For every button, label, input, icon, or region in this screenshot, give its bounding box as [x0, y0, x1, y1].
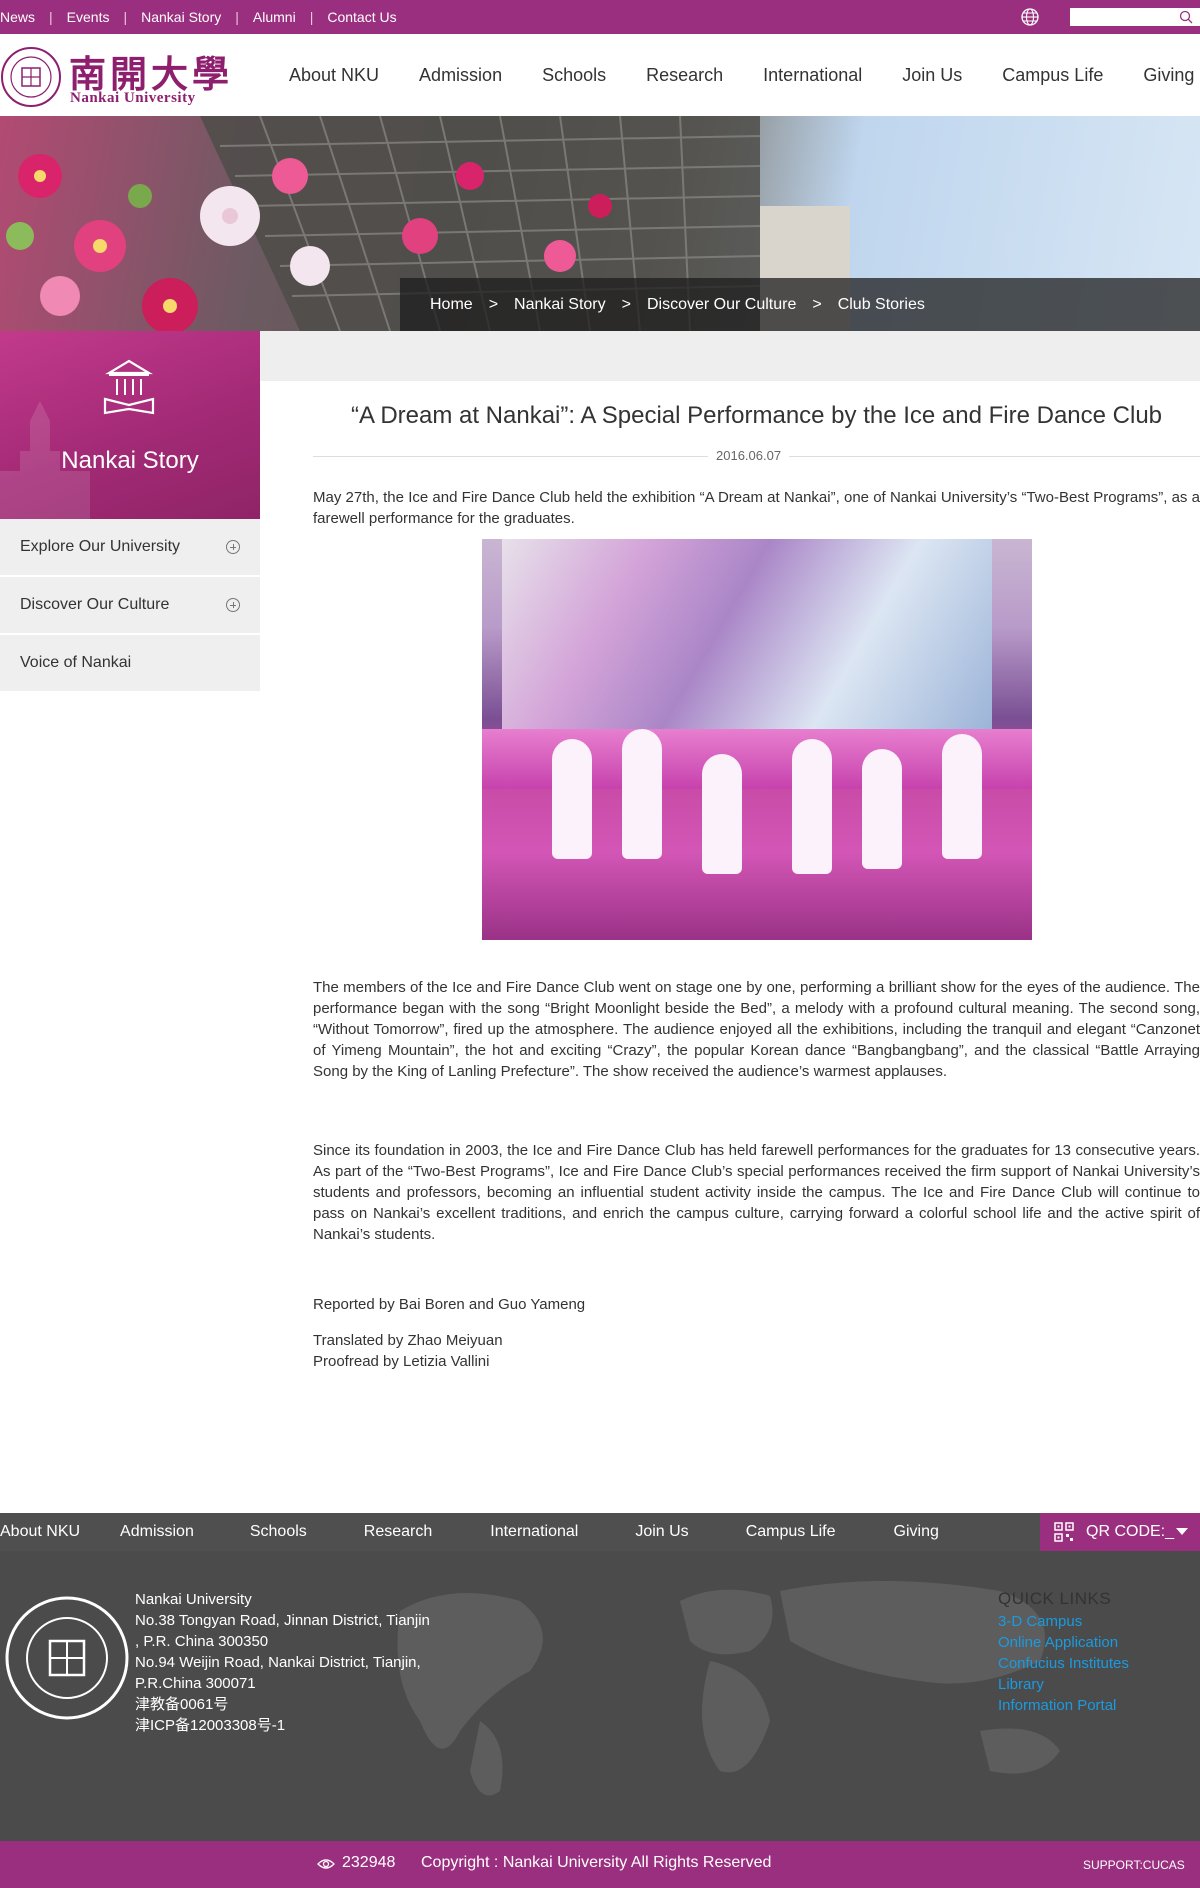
footer-nav-admission[interactable]: Admission [120, 1523, 194, 1541]
dancer-figure [862, 749, 902, 869]
footer-address: Nankai University No.38 Tongyan Road, Ji… [135, 1589, 430, 1736]
footer-nav-international[interactable]: International [490, 1523, 578, 1541]
article-intro: May 27th, the Ice and Fire Dance Club he… [313, 489, 1200, 527]
dancer-figure [622, 729, 662, 859]
book-icon [103, 359, 155, 415]
article-date: 2016.06.07 [708, 448, 790, 463]
breadcrumb-club-stories[interactable]: Club Stories [838, 296, 925, 314]
nav-research[interactable]: Research [646, 65, 723, 86]
separator: | [123, 9, 128, 25]
translated-by: Translated by Zhao Meiyuan [313, 1332, 503, 1349]
quick-link-3d-campus[interactable]: 3-D Campus [998, 1613, 1082, 1630]
address-line: 津教备0061号 [135, 1696, 229, 1713]
breadcrumb-home[interactable]: Home [430, 296, 473, 314]
quick-link-information-portal[interactable]: Information Portal [998, 1697, 1116, 1714]
address-line: No.94 Weijin Road, Nankai District, Tian… [135, 1654, 421, 1671]
nav-schools[interactable]: Schools [542, 65, 606, 86]
site-footer: Nankai University No.38 Tongyan Road, Ji… [0, 1551, 1200, 1841]
separator: | [309, 9, 314, 25]
nav-about-nku[interactable]: About NKU [289, 65, 379, 86]
breadcrumb-nankai-story[interactable]: Nankai Story [514, 296, 606, 314]
copyright-text: Copyright : Nankai University All Rights… [421, 1854, 772, 1871]
globe-icon[interactable] [1020, 7, 1040, 27]
footer-nav-about-nku[interactable]: About NKU [0, 1523, 80, 1541]
breadcrumb: Home > Nankai Story > Discover Our Cultu… [400, 278, 1200, 331]
breadcrumb-separator: > [812, 295, 822, 313]
top-links: News | Events | Nankai Story | Alumni | … [0, 0, 397, 34]
content-top-bar [260, 331, 1200, 381]
sidebar-item-voice-of-nankai[interactable]: Voice of Nankai [0, 635, 260, 692]
university-seal-logo[interactable] [0, 46, 62, 108]
sidebar-item-label: Explore Our University [20, 538, 181, 555]
search-icon[interactable] [1178, 9, 1194, 25]
top-utility-bar: News | Events | Nankai Story | Alumni | … [0, 0, 1200, 34]
visit-counter: 232948 [342, 1854, 396, 1871]
quick-links-title: QUICK LINKS [998, 1589, 1112, 1608]
separator: | [49, 9, 53, 25]
address-line: P.R.China 300071 [135, 1675, 256, 1692]
bottom-bar: 232948 Copyright : Nankai University All… [0, 1841, 1200, 1888]
top-link-events[interactable]: Events [67, 9, 110, 25]
university-seal-logo [5, 1596, 129, 1720]
site-header: 南開大學 Nankai University About NKU Admissi… [0, 34, 1200, 116]
stage-screen [502, 539, 992, 729]
nav-giving[interactable]: Giving [1143, 65, 1194, 86]
footer-nav-research[interactable]: Research [364, 1523, 432, 1541]
main-navigation: About NKU Admission Schools Research Int… [289, 34, 1200, 116]
footer-nav-campus-life[interactable]: Campus Life [746, 1523, 836, 1541]
footer-nav-items: About NKU Admission Schools Research Int… [0, 1513, 939, 1551]
logo-english-name: Nankai University [70, 90, 196, 106]
top-link-nankai-story[interactable]: Nankai Story [141, 9, 221, 25]
top-link-alumni[interactable]: Alumni [253, 9, 296, 25]
dancer-figure [702, 754, 742, 874]
article-title: “A Dream at Nankai”: A Special Performan… [350, 402, 1163, 429]
address-line: 津ICP备12003308号-1 [135, 1717, 286, 1734]
quick-link-online-application[interactable]: Online Application [998, 1634, 1118, 1651]
qr-code-label: QR CODE:_ [1086, 1523, 1175, 1540]
footer-nav-giving[interactable]: Giving [894, 1523, 939, 1541]
nav-campus-life[interactable]: Campus Life [1002, 65, 1103, 86]
top-link-news[interactable]: News [0, 9, 35, 25]
article-body-paragraph-1: The members of the Ice and Fire Dance Cl… [313, 979, 1200, 1080]
sidebar-header: Nankai Story [0, 331, 260, 519]
address-line: , P.R. China 300350 [135, 1633, 269, 1650]
sidebar-item-explore-our-university[interactable]: Explore Our University [0, 519, 260, 576]
support-link[interactable]: SUPPORT:CUCAS [1083, 1858, 1185, 1872]
nav-join-us[interactable]: Join Us [902, 65, 962, 86]
breadcrumb-separator: > [621, 295, 631, 313]
sidebar-item-label: Discover Our Culture [20, 596, 170, 613]
dancer-figure [942, 734, 982, 859]
qr-code-dropdown[interactable]: QR CODE:_ [1040, 1513, 1200, 1551]
breadcrumb-discover-our-culture[interactable]: Discover Our Culture [647, 296, 796, 314]
article-body-paragraph-2: Since its foundation in 2003, the Ice an… [313, 1142, 1200, 1243]
footer-navigation: About NKU Admission Schools Research Int… [0, 1513, 1200, 1551]
expand-icon[interactable] [226, 598, 240, 612]
sidebar-item-label: Voice of Nankai [20, 654, 132, 671]
sidebar-title: Nankai Story [61, 447, 199, 474]
performance-photo [482, 539, 1032, 940]
sidebar-item-discover-our-culture[interactable]: Discover Our Culture [0, 577, 260, 634]
footer-nav-join-us[interactable]: Join Us [635, 1523, 688, 1541]
address-line: No.38 Tongyan Road, Jinnan District, Tia… [135, 1612, 430, 1629]
nav-international[interactable]: International [763, 65, 862, 86]
hero-banner-image: Home > Nankai Story > Discover Our Cultu… [0, 116, 1200, 331]
nav-admission[interactable]: Admission [419, 65, 502, 86]
quick-link-library[interactable]: Library [998, 1676, 1044, 1693]
footer-nav-schools[interactable]: Schools [250, 1523, 307, 1541]
reported-by: Reported by Bai Boren and Guo Yameng [313, 1296, 586, 1313]
proofread-by: Proofread by Letizia Vallini [313, 1353, 490, 1370]
address-line: Nankai University [135, 1591, 252, 1608]
quick-link-confucius-institutes[interactable]: Confucius Institutes [998, 1655, 1129, 1672]
breadcrumb-separator: > [488, 295, 499, 313]
dancer-figure [792, 739, 832, 874]
eye-icon [317, 1859, 335, 1869]
expand-icon[interactable] [226, 540, 240, 554]
chevron-down-icon [1176, 1528, 1188, 1535]
separator: | [235, 9, 239, 25]
qr-code-icon [1054, 1522, 1074, 1542]
dancer-figure [552, 739, 592, 859]
top-link-contact-us[interactable]: Contact Us [327, 9, 396, 25]
